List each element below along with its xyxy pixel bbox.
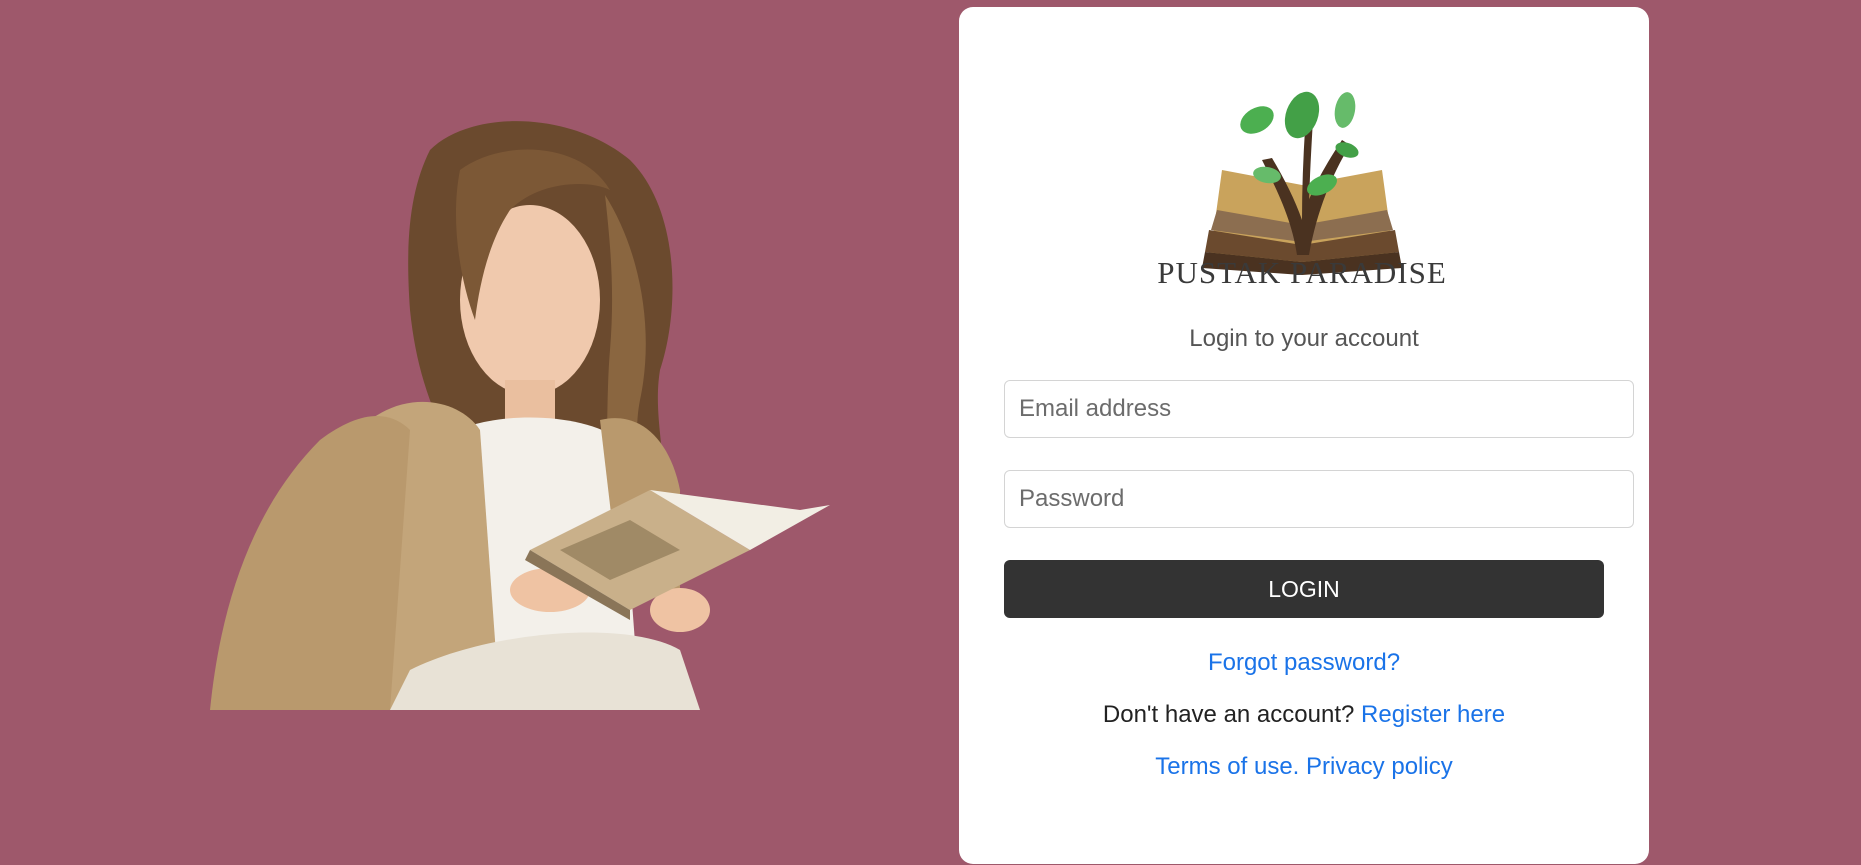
- brand-name: PUSTAK PARADISE: [1157, 255, 1447, 290]
- brand-logo: PUSTAK PARADISE: [1157, 65, 1447, 295]
- register-row: Don't have an account? Register here: [959, 701, 1649, 729]
- no-account-text: Don't have an account?: [1102, 701, 1355, 728]
- login-button[interactable]: LOGIN: [1004, 560, 1604, 618]
- register-link[interactable]: Register here: [1361, 701, 1505, 728]
- email-field[interactable]: [1004, 380, 1634, 438]
- terms-link[interactable]: Terms of use.: [1155, 753, 1299, 780]
- login-page: PUSTAK PARADISE Login to your account LO…: [0, 0, 1861, 865]
- login-card: PUSTAK PARADISE Login to your account LO…: [959, 7, 1649, 864]
- forgot-password-link[interactable]: Forgot password?: [1208, 649, 1400, 676]
- privacy-link[interactable]: Privacy policy: [1306, 753, 1453, 780]
- woman-reading-illustration: [210, 110, 950, 810]
- legal-links-row: Terms of use. Privacy policy: [959, 753, 1649, 781]
- password-field[interactable]: [1004, 470, 1634, 528]
- forgot-password-row: Forgot password?: [959, 649, 1649, 677]
- login-subtitle: Login to your account: [1189, 325, 1419, 352]
